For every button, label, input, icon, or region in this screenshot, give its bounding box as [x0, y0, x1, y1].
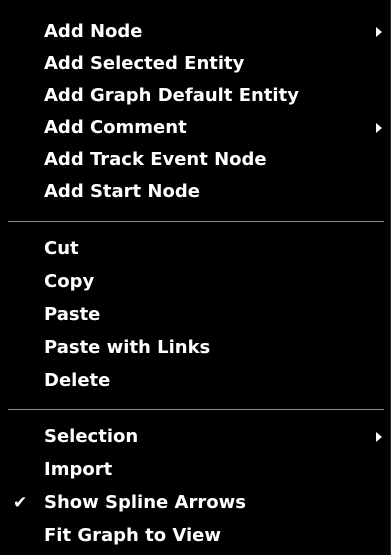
menu-item-label: Cut — [44, 238, 79, 259]
menu-item-label: Add Comment — [44, 117, 187, 138]
menu-item-selection[interactable]: Selection — [0, 421, 391, 453]
menu-item-label: Add Selected Entity — [44, 53, 245, 74]
menu-item-label: Fit Graph to View — [44, 525, 221, 546]
menu-item-show-spline-arrows[interactable]: ✔ Show Spline Arrows — [0, 487, 391, 519]
menu-item-label: Show Spline Arrows — [44, 492, 246, 513]
menu-item-label: Paste with Links — [44, 337, 211, 358]
menu-item-label: Add Node — [44, 21, 143, 42]
menu-item-label: Paste — [44, 304, 101, 325]
menu-item-label: Add Track Event Node — [44, 149, 267, 170]
menu-item-label: Add Graph Default Entity — [44, 85, 299, 106]
menu-item-paste-with-links[interactable]: Paste with Links — [0, 332, 391, 364]
menu-item-label: Delete — [44, 370, 111, 391]
menu-item-copy[interactable]: Copy — [0, 266, 391, 298]
menu-item-label: Selection — [44, 426, 139, 447]
checkmark-icon: ✔ — [13, 493, 28, 513]
menu-item-import[interactable]: Import — [0, 454, 391, 486]
menu-item-delete[interactable]: Delete — [0, 365, 391, 397]
menu-item-add-comment[interactable]: Add Comment — [0, 112, 391, 144]
menu-item-label: Import — [44, 459, 113, 480]
menu-item-add-start-node[interactable]: Add Start Node — [0, 176, 391, 208]
menu-item-add-selected-entity[interactable]: Add Selected Entity — [0, 48, 391, 80]
submenu-arrow-icon — [376, 123, 382, 133]
menu-item-add-node[interactable]: Add Node — [0, 16, 391, 48]
menu-item-label: Add Start Node — [44, 181, 200, 202]
menu-separator — [8, 221, 384, 222]
menu-item-label: Copy — [44, 271, 95, 292]
submenu-arrow-icon — [376, 27, 382, 37]
menu-item-add-track-event-node[interactable]: Add Track Event Node — [0, 144, 391, 176]
menu-item-fit-graph-to-view[interactable]: Fit Graph to View — [0, 520, 391, 552]
menu-item-cut[interactable]: Cut — [0, 233, 391, 265]
menu-separator — [8, 409, 384, 410]
menu-item-add-graph-default-entity[interactable]: Add Graph Default Entity — [0, 80, 391, 112]
menu-item-paste[interactable]: Paste — [0, 299, 391, 331]
submenu-arrow-icon — [376, 432, 382, 442]
context-menu: Add Node Add Selected Entity Add Graph D… — [0, 0, 391, 555]
